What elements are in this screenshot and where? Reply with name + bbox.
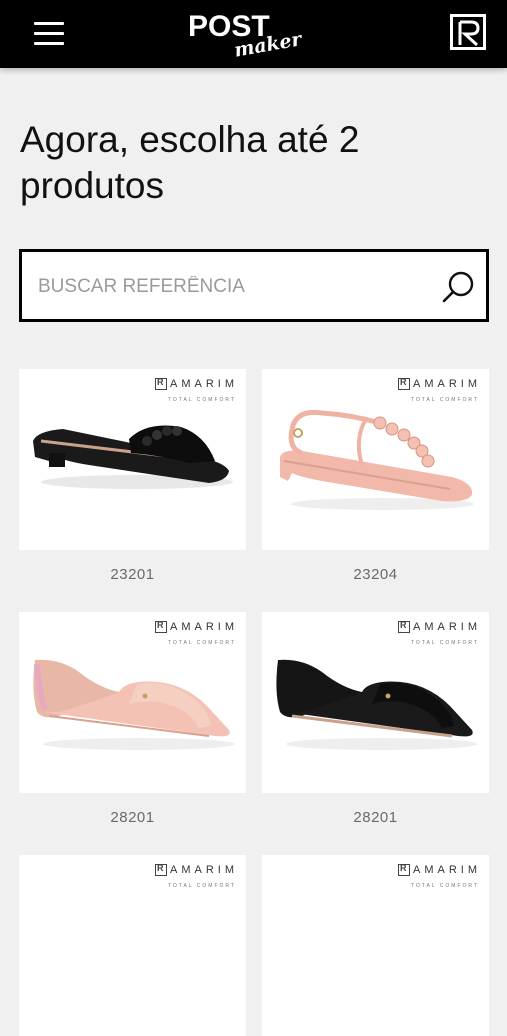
brand-button[interactable] — [450, 14, 486, 50]
ramarim-r-icon — [398, 863, 410, 876]
product-card[interactable]: AMARIM TOTAL COMFORT — [19, 855, 246, 1036]
ramarim-r-icon — [155, 863, 167, 876]
product-image: AMARIM TOTAL COMFORT — [262, 369, 489, 550]
product-code: 23204 — [353, 566, 398, 583]
pink-t-strap-sandal-image — [280, 409, 474, 510]
top-bar: POST maker — [0, 0, 507, 68]
product-code: 28201 — [110, 809, 155, 826]
hamburger-icon-line — [34, 42, 64, 45]
product-card[interactable]: AMARIM TOTAL COMFORT 28201 — [19, 612, 246, 826]
product-card[interactable]: AMARIM TOTAL COMFORT 23204 — [262, 369, 489, 583]
search-icon[interactable] — [442, 270, 476, 304]
hamburger-icon — [34, 22, 64, 25]
black-slide-sandal-image — [33, 425, 233, 489]
search-box — [19, 249, 489, 322]
brand-label: AMARIM TOTAL COMFORT — [155, 863, 238, 889]
black-open-flat-image — [276, 659, 478, 750]
product-image: AMARIM TOTAL COMFORT — [19, 369, 246, 550]
brand-tagline: TOTAL COMFORT — [167, 883, 236, 889]
post-maker-logo[interactable]: POST maker — [186, 6, 316, 62]
brand-name: AMARIM — [170, 864, 238, 876]
product-image: AMARIM TOTAL COMFORT — [262, 612, 489, 793]
product-card[interactable]: AMARIM TOTAL COMFORT — [262, 855, 489, 1036]
product-code: 28201 — [353, 809, 398, 826]
product-image: AMARIM TOTAL COMFORT — [19, 855, 246, 1036]
page-title: Agora, escolha até 2 produtos — [20, 119, 360, 206]
brand-tagline: TOTAL COMFORT — [410, 883, 479, 889]
product-card[interactable]: AMARIM TOTAL COMFORT 23201 — [19, 369, 246, 583]
pink-open-flat-image — [33, 659, 235, 750]
hamburger-icon-line — [34, 32, 64, 35]
product-image: AMARIM TOTAL COMFORT — [262, 855, 489, 1036]
product-card[interactable]: AMARIM TOTAL COMFORT 28201 — [262, 612, 489, 826]
search-input[interactable] — [36, 270, 430, 304]
product-image: AMARIM TOTAL COMFORT — [19, 612, 246, 793]
brand-label: AMARIM TOTAL COMFORT — [398, 863, 481, 889]
brand-name: AMARIM — [413, 864, 481, 876]
product-code: 23201 — [110, 566, 155, 583]
ramarim-r-icon — [458, 20, 480, 46]
menu-button[interactable] — [34, 22, 64, 46]
